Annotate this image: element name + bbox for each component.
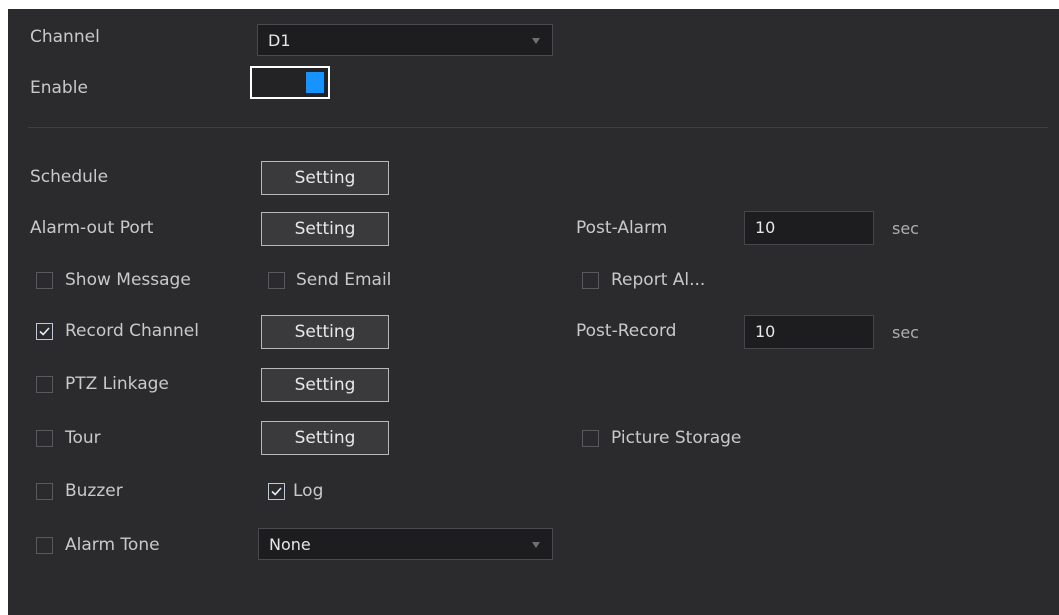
tour-setting-button[interactable]: Setting [261, 421, 389, 455]
post-record-input[interactable]: 10 [744, 315, 874, 349]
ptz-linkage-setting-button[interactable]: Setting [261, 368, 389, 402]
post-alarm-label: Post-Alarm [576, 218, 668, 238]
enable-toggle[interactable] [250, 66, 330, 99]
send-email-label: Send Email [296, 270, 392, 290]
alarm-tone-value: None [269, 535, 311, 554]
post-record-unit: sec [892, 323, 919, 342]
alarm-settings-panel [8, 9, 1059, 615]
ptz-linkage-label: PTZ Linkage [65, 374, 169, 394]
show-message-checkbox[interactable] [36, 272, 53, 289]
picture-storage-label: Picture Storage [611, 428, 742, 448]
checkmark-icon [271, 487, 282, 496]
record-channel-checkbox[interactable] [36, 323, 53, 340]
toggle-knob [306, 72, 324, 93]
alarm-tone-label: Alarm Tone [65, 535, 160, 555]
alarm-out-port-label: Alarm-out Port [30, 218, 154, 238]
log-label: Log [293, 481, 324, 501]
checkmark-icon [39, 327, 50, 336]
show-message-label: Show Message [65, 270, 191, 290]
chevron-down-icon [532, 38, 540, 44]
enable-label: Enable [30, 78, 88, 98]
log-checkbox[interactable] [268, 483, 285, 500]
report-alarm-checkbox[interactable] [582, 272, 599, 289]
alarm-tone-checkbox[interactable] [36, 537, 53, 554]
divider [28, 127, 1048, 128]
record-channel-label: Record Channel [65, 321, 199, 341]
channel-value: D1 [268, 31, 291, 50]
buzzer-checkbox[interactable] [36, 483, 53, 500]
report-alarm-label: Report Al... [611, 270, 706, 290]
post-alarm-unit: sec [892, 219, 919, 238]
tour-label: Tour [65, 428, 101, 448]
picture-storage-checkbox[interactable] [582, 430, 599, 447]
schedule-label: Schedule [30, 167, 109, 187]
channel-dropdown[interactable]: D1 [257, 24, 553, 56]
post-record-label: Post-Record [576, 321, 677, 341]
alarm-out-setting-button[interactable]: Setting [261, 212, 389, 246]
record-channel-setting-button[interactable]: Setting [261, 315, 389, 349]
channel-label: Channel [30, 27, 100, 47]
tour-checkbox[interactable] [36, 430, 53, 447]
alarm-tone-dropdown[interactable]: None [258, 528, 553, 560]
buzzer-label: Buzzer [65, 481, 123, 501]
ptz-linkage-checkbox[interactable] [36, 376, 53, 393]
chevron-down-icon [532, 542, 540, 548]
send-email-checkbox[interactable] [268, 272, 285, 289]
post-alarm-input[interactable]: 10 [744, 211, 874, 245]
schedule-setting-button[interactable]: Setting [261, 161, 389, 195]
